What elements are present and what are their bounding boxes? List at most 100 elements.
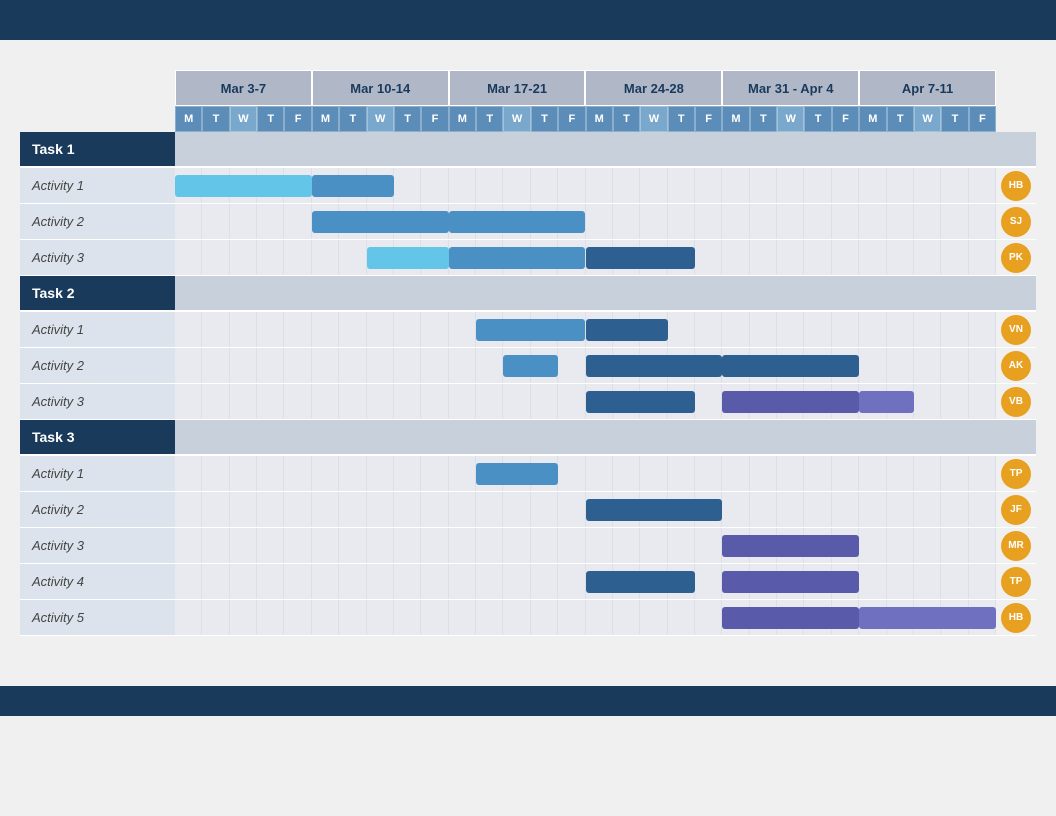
day-label: F <box>421 106 448 132</box>
gantt-chart: Mar 3-7Mar 10-14Mar 17-21Mar 24-28Mar 31… <box>20 70 1036 636</box>
day-label: T <box>476 106 503 132</box>
avatar: TP <box>1001 567 1031 597</box>
activity-bar-area <box>175 600 996 636</box>
day-label: T <box>613 106 640 132</box>
gantt-bar <box>476 463 558 485</box>
page-footer <box>0 686 1056 716</box>
main-content: Mar 3-7Mar 10-14Mar 17-21Mar 24-28Mar 31… <box>0 40 1056 676</box>
day-label: T <box>941 106 968 132</box>
avatar: PK <box>1001 243 1031 273</box>
gantt-bar <box>586 391 695 413</box>
gantt-bar <box>449 211 586 233</box>
week-label: Mar 31 - Apr 4 <box>722 70 859 106</box>
avatar-cell: TP <box>996 564 1036 600</box>
day-label: T <box>804 106 831 132</box>
task-bar-area <box>175 132 996 168</box>
avatar: AK <box>1001 351 1031 381</box>
activity-row: Activity 2 AK <box>20 348 1036 384</box>
avatar: MR <box>1001 531 1031 561</box>
app-header <box>0 0 1056 40</box>
day-label: M <box>859 106 886 132</box>
day-label: F <box>558 106 585 132</box>
activity-bar-area <box>175 240 996 276</box>
activity-label: Activity 3 <box>20 384 175 420</box>
day-label: T <box>202 106 229 132</box>
day-label: T <box>531 106 558 132</box>
avatar-cell: AK <box>996 348 1036 384</box>
activity-row: Activity 1VN <box>20 312 1036 348</box>
activity-row: Activity 3 VB <box>20 384 1036 420</box>
week-label: Mar 3-7 <box>175 70 312 106</box>
week-label: Mar 10-14 <box>312 70 449 106</box>
avatar-cell: TP <box>996 456 1036 492</box>
logo-area <box>30 18 60 22</box>
day-label: T <box>257 106 284 132</box>
activity-row: Activity 5 HB <box>20 600 1036 636</box>
task-row-task1: Task 1 <box>20 132 1036 168</box>
day-label: T <box>394 106 421 132</box>
day-label: M <box>449 106 476 132</box>
activity-bar-area <box>175 312 996 348</box>
activity-label: Activity 2 <box>20 348 175 384</box>
activity-row: Activity 1 TP <box>20 456 1036 492</box>
day-label: T <box>668 106 695 132</box>
gantt-bar <box>312 211 449 233</box>
gantt-bar <box>586 499 723 521</box>
day-label: W <box>777 106 804 132</box>
gantt-bar <box>175 175 312 197</box>
header-rows: Mar 3-7Mar 10-14Mar 17-21Mar 24-28Mar 31… <box>20 70 1036 132</box>
gantt-bar <box>503 355 558 377</box>
activity-label: Activity 5 <box>20 600 175 636</box>
day-label: T <box>887 106 914 132</box>
day-label: F <box>969 106 996 132</box>
day-label: W <box>503 106 530 132</box>
task-label: Task 3 <box>20 420 175 456</box>
activity-row: Activity 3MR <box>20 528 1036 564</box>
gantt-bar <box>586 355 723 377</box>
gantt-bar <box>722 535 859 557</box>
avatar: HB <box>1001 603 1031 633</box>
avatar-cell: PK <box>996 240 1036 276</box>
task-label: Task 1 <box>20 132 175 168</box>
activity-bar-area <box>175 204 996 240</box>
avatar: JF <box>1001 495 1031 525</box>
task-row-task3: Task 3 <box>20 420 1036 456</box>
activity-row: Activity 4 TP <box>20 564 1036 600</box>
weeks-header-area: Mar 3-7Mar 10-14Mar 17-21Mar 24-28Mar 31… <box>175 70 996 132</box>
avatar: VN <box>1001 315 1031 345</box>
activity-row: Activity 3PK <box>20 240 1036 276</box>
avatar-cell: VB <box>996 384 1036 420</box>
activity-label: Activity 1 <box>20 168 175 204</box>
day-label: F <box>284 106 311 132</box>
week-label: Mar 24-28 <box>585 70 722 106</box>
gantt-bar <box>312 175 394 197</box>
day-label: T <box>339 106 366 132</box>
gantt-bar <box>586 247 695 269</box>
gantt-bar <box>859 607 996 629</box>
activity-bar-area <box>175 564 996 600</box>
gantt-bar <box>449 247 586 269</box>
gantt-bar <box>586 571 695 593</box>
activity-label: Activity 1 <box>20 456 175 492</box>
avatar-cell: HB <box>996 600 1036 636</box>
avatar: VB <box>1001 387 1031 417</box>
gantt-bar <box>859 391 914 413</box>
activity-row: Activity 2JF <box>20 492 1036 528</box>
activity-label: Activity 4 <box>20 564 175 600</box>
task-label: Task 2 <box>20 276 175 312</box>
activity-bar-area <box>175 528 996 564</box>
day-label: M <box>175 106 202 132</box>
task-row-task2: Task 2 <box>20 276 1036 312</box>
day-label: F <box>695 106 722 132</box>
activity-bar-area <box>175 348 996 384</box>
activity-bar-area <box>175 384 996 420</box>
avatar-cell: SJ <box>996 204 1036 240</box>
avatar: HB <box>1001 171 1031 201</box>
gantt-bar <box>367 247 449 269</box>
week-label: Apr 7-11 <box>859 70 996 106</box>
day-label: T <box>750 106 777 132</box>
avatar-cell: VN <box>996 312 1036 348</box>
day-label: M <box>586 106 613 132</box>
activity-bar-area <box>175 168 996 204</box>
avatar-cell: JF <box>996 492 1036 528</box>
